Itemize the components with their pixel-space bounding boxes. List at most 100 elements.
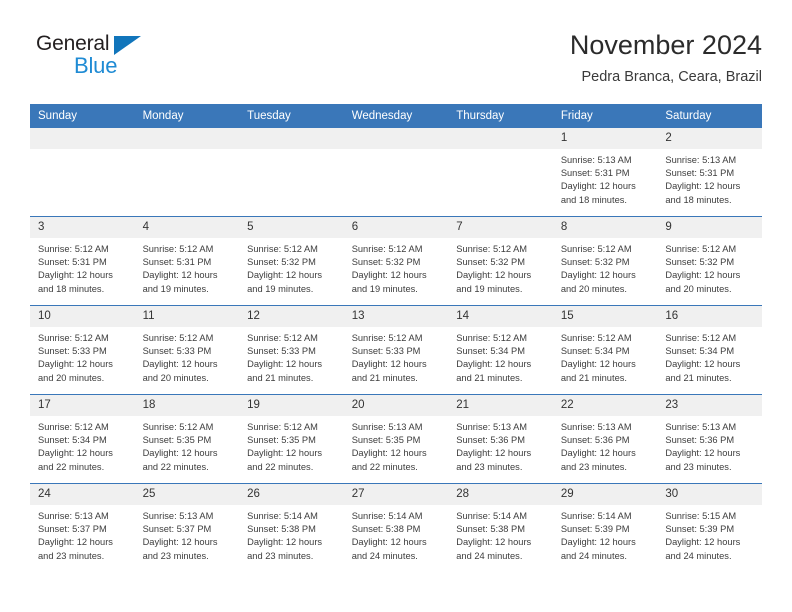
day-number: 28 xyxy=(448,484,553,505)
day-cell-inner: 11 Sunrise: 5:12 AM Sunset: 5:33 PM Dayligh… xyxy=(134,306,240,394)
sunrise-text: Sunrise: 5:12 AM xyxy=(38,422,109,432)
calendar-day-cell[interactable]: 14 Sunrise: 5:12 AM Sunset: 5:34 PM Dayligh… xyxy=(448,305,553,395)
day-number: 16 xyxy=(657,306,762,327)
calendar-day-cell[interactable]: 2 Sunrise: 5:13 AM Sunset: 5:31 PM Daylight… xyxy=(657,127,762,217)
day-cell-inner: 7 Sunrise: 5:12 AM Sunset: 5:32 PM Daylight… xyxy=(448,217,553,305)
calendar-day-cell[interactable]: 13 Sunrise: 5:12 AM Sunset: 5:33 PM Dayligh… xyxy=(343,305,449,395)
calendar-day-cell[interactable]: 29 Sunrise: 5:14 AM Sunset: 5:39 PM Dayligh… xyxy=(552,483,658,572)
day-cell-inner: 9 Sunrise: 5:12 AM Sunset: 5:32 PM Daylight… xyxy=(657,217,762,305)
calendar-day-cell[interactable]: 21 Sunrise: 5:13 AM Sunset: 5:36 PM Dayligh… xyxy=(448,394,553,484)
calendar-day-cell[interactable]: 9 Sunrise: 5:12 AM Sunset: 5:32 PM Daylight… xyxy=(657,216,762,306)
calendar-week-row: 17 Sunrise: 5:12 AM Sunset: 5:34 PM Dayligh… xyxy=(30,394,762,484)
sunset-text: Sunset: 5:35 PM xyxy=(351,435,421,446)
day-number: 13 xyxy=(343,306,449,327)
sunset-text: Sunset: 5:39 PM xyxy=(560,524,630,535)
sunset-text: Sunset: 5:31 PM xyxy=(665,168,735,179)
calendar-day-cell[interactable]: 28 Sunrise: 5:14 AM Sunset: 5:38 PM Dayligh… xyxy=(448,483,553,572)
sunset-text: Sunset: 5:39 PM xyxy=(665,524,735,535)
calendar-day-cell[interactable]: 25 Sunrise: 5:13 AM Sunset: 5:37 PM Dayligh… xyxy=(134,483,240,572)
sunrise-text: Sunrise: 5:13 AM xyxy=(560,155,632,165)
day-number: 9 xyxy=(657,217,762,238)
calendar-day-cell[interactable]: 16 Sunrise: 5:12 AM Sunset: 5:34 PM Dayligh… xyxy=(657,305,762,395)
day-sun-info: Sunrise: 5:12 AM Sunset: 5:34 PM Daylight:… xyxy=(448,327,553,385)
weekday-header-saturday: Saturday xyxy=(657,104,762,128)
day-sun-info: Sunrise: 5:15 AM Sunset: 5:39 PM Daylight:… xyxy=(657,505,762,563)
title-block: November 2024 Pedra Branca, Ceara, Brazi… xyxy=(570,28,762,88)
day-sun-info: Sunrise: 5:12 AM Sunset: 5:33 PM Daylight:… xyxy=(30,327,135,385)
calendar-day-cell[interactable]: 18 Sunrise: 5:12 AM Sunset: 5:35 PM Dayligh… xyxy=(134,394,240,484)
calendar-day-cell[interactable]: 20 Sunrise: 5:13 AM Sunset: 5:35 PM Dayligh… xyxy=(343,394,449,484)
day-cell-inner: 17 Sunrise: 5:12 AM Sunset: 5:34 PM Dayligh… xyxy=(30,395,135,483)
day-cell-inner xyxy=(239,128,344,216)
calendar-day-cell[interactable]: 1 Sunrise: 5:13 AM Sunset: 5:31 PM Daylight… xyxy=(552,127,658,217)
calendar-day-cell[interactable]: 12 Sunrise: 5:12 AM Sunset: 5:33 PM Dayligh… xyxy=(239,305,344,395)
triangle-icon xyxy=(114,36,141,55)
generalblue-logo[interactable]: General Blue xyxy=(36,32,236,88)
sunrise-text: Sunrise: 5:12 AM xyxy=(247,422,318,432)
page-subtitle: Pedra Branca, Ceara, Brazil xyxy=(581,69,762,85)
sunset-text: Sunset: 5:31 PM xyxy=(560,168,630,179)
calendar-day-cell[interactable]: 15 Sunrise: 5:12 AM Sunset: 5:34 PM Dayligh… xyxy=(552,305,658,395)
day-number: 17 xyxy=(30,395,135,416)
day-number: 11 xyxy=(134,306,240,327)
day-sun-info: Sunrise: 5:12 AM Sunset: 5:35 PM Daylight:… xyxy=(135,416,240,474)
calendar-day-cell[interactable]: 24 Sunrise: 5:13 AM Sunset: 5:37 PM Dayligh… xyxy=(30,483,135,572)
calendar-day-cell[interactable]: 3 Sunrise: 5:12 AM Sunset: 5:31 PM Daylight… xyxy=(30,216,135,306)
calendar-day-cell-empty xyxy=(239,127,344,217)
day-number: 12 xyxy=(239,306,344,327)
day-cell-inner: 24 Sunrise: 5:13 AM Sunset: 5:37 PM Dayligh… xyxy=(30,484,135,572)
daylight-text: Daylight: 12 hours and 24 minutes. xyxy=(351,537,427,561)
day-number: 25 xyxy=(134,484,240,505)
calendar-day-cell[interactable]: 17 Sunrise: 5:12 AM Sunset: 5:34 PM Dayligh… xyxy=(30,394,135,484)
day-number: 3 xyxy=(30,217,135,238)
day-sun-info: Sunrise: 5:12 AM Sunset: 5:31 PM Daylight:… xyxy=(30,238,135,296)
day-cell-inner: 27 Sunrise: 5:14 AM Sunset: 5:38 PM Dayligh… xyxy=(343,484,449,572)
calendar-day-cell[interactable]: 5 Sunrise: 5:12 AM Sunset: 5:32 PM Daylight… xyxy=(239,216,344,306)
calendar-day-cell[interactable]: 23 Sunrise: 5:13 AM Sunset: 5:36 PM Dayligh… xyxy=(657,394,762,484)
daylight-text: Daylight: 12 hours and 24 minutes. xyxy=(665,537,741,561)
calendar-day-cell[interactable]: 8 Sunrise: 5:12 AM Sunset: 5:32 PM Daylight… xyxy=(552,216,658,306)
sunrise-text: Sunrise: 5:12 AM xyxy=(560,333,632,343)
day-number: 8 xyxy=(552,217,658,238)
calendar-day-cell[interactable]: 27 Sunrise: 5:14 AM Sunset: 5:38 PM Dayligh… xyxy=(343,483,449,572)
calendar-day-cell[interactable]: 26 Sunrise: 5:14 AM Sunset: 5:38 PM Dayligh… xyxy=(239,483,344,572)
calendar-day-cell[interactable]: 19 Sunrise: 5:12 AM Sunset: 5:35 PM Dayligh… xyxy=(239,394,344,484)
daylight-text: Daylight: 12 hours and 23 minutes. xyxy=(560,448,636,472)
calendar-day-cell[interactable]: 7 Sunrise: 5:12 AM Sunset: 5:32 PM Daylight… xyxy=(448,216,553,306)
calendar-day-cell[interactable]: 11 Sunrise: 5:12 AM Sunset: 5:33 PM Dayligh… xyxy=(134,305,240,395)
weekday-header-monday: Monday xyxy=(134,104,240,128)
sunset-text: Sunset: 5:31 PM xyxy=(38,257,107,268)
calendar-day-cell[interactable]: 6 Sunrise: 5:12 AM Sunset: 5:32 PM Daylight… xyxy=(343,216,449,306)
calendar-day-cell[interactable]: 4 Sunrise: 5:12 AM Sunset: 5:31 PM Daylight… xyxy=(134,216,240,306)
calendar-day-cell[interactable]: 22 Sunrise: 5:13 AM Sunset: 5:36 PM Dayligh… xyxy=(552,394,658,484)
day-cell-inner: 6 Sunrise: 5:12 AM Sunset: 5:32 PM Daylight… xyxy=(343,217,449,305)
day-number xyxy=(343,128,449,149)
calendar-day-cell[interactable]: 10 Sunrise: 5:12 AM Sunset: 5:33 PM Dayligh… xyxy=(30,305,135,395)
daylight-text: Daylight: 12 hours and 20 minutes. xyxy=(665,270,741,294)
sunset-text: Sunset: 5:33 PM xyxy=(142,346,212,357)
sunrise-text: Sunrise: 5:13 AM xyxy=(665,155,737,165)
day-number: 1 xyxy=(552,128,658,149)
day-sun-info: Sunrise: 5:12 AM Sunset: 5:34 PM Daylight:… xyxy=(553,327,658,385)
sunrise-text: Sunrise: 5:13 AM xyxy=(351,422,423,432)
weekday-header-thursday: Thursday xyxy=(448,104,553,128)
sunrise-text: Sunrise: 5:14 AM xyxy=(560,511,632,521)
sunrise-text: Sunrise: 5:12 AM xyxy=(142,333,214,343)
weekday-header-sunday: Sunday xyxy=(30,104,135,128)
day-cell-inner: 13 Sunrise: 5:12 AM Sunset: 5:33 PM Dayligh… xyxy=(343,306,449,394)
calendar-day-cell-empty xyxy=(30,127,135,217)
daylight-text: Daylight: 12 hours and 23 minutes. xyxy=(142,537,218,561)
day-cell-inner: 1 Sunrise: 5:13 AM Sunset: 5:31 PM Daylight… xyxy=(552,128,658,216)
day-cell-inner: 23 Sunrise: 5:13 AM Sunset: 5:36 PM Dayligh… xyxy=(657,395,762,483)
sunset-text: Sunset: 5:37 PM xyxy=(38,524,107,535)
day-number: 20 xyxy=(343,395,449,416)
calendar-day-cell[interactable]: 30 Sunrise: 5:15 AM Sunset: 5:39 PM Dayligh… xyxy=(657,483,762,572)
day-sun-info: Sunrise: 5:12 AM Sunset: 5:35 PM Daylight:… xyxy=(239,416,344,474)
sunset-text: Sunset: 5:35 PM xyxy=(142,435,212,446)
day-sun-info: Sunrise: 5:14 AM Sunset: 5:39 PM Daylight:… xyxy=(553,505,658,563)
day-sun-info: Sunrise: 5:12 AM Sunset: 5:32 PM Daylight:… xyxy=(239,238,344,296)
day-number xyxy=(239,128,344,149)
daylight-text: Daylight: 12 hours and 22 minutes. xyxy=(142,448,218,472)
daylight-text: Daylight: 12 hours and 18 minutes. xyxy=(560,181,636,205)
sunset-text: Sunset: 5:36 PM xyxy=(560,435,630,446)
